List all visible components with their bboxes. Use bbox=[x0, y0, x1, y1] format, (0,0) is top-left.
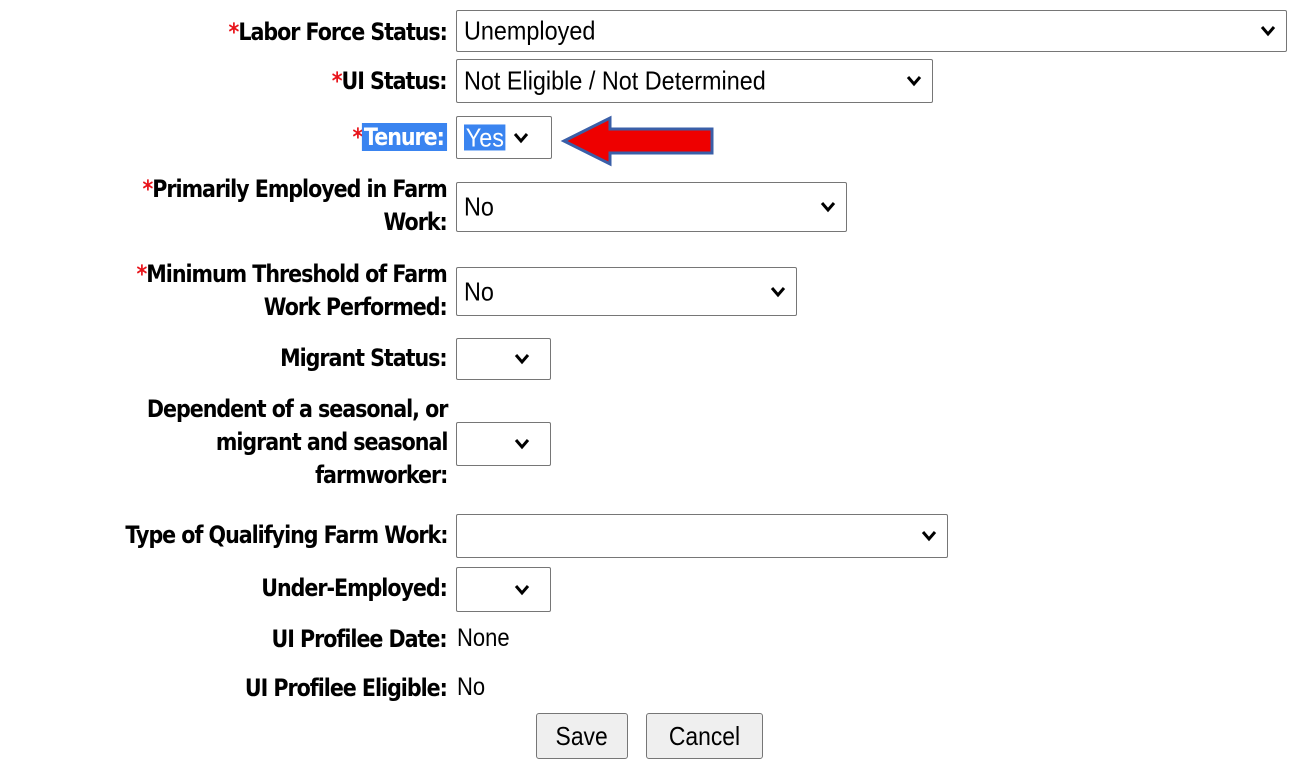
type-of-farm-work-label: Type of Qualifying Farm Work: bbox=[124, 521, 448, 549]
dependent-label: Dependent of a seasonal, or migrant and … bbox=[146, 395, 449, 489]
chevron-down-icon bbox=[770, 286, 786, 297]
chevron-down-icon bbox=[921, 531, 937, 542]
migrant-status-label: Migrant Status: bbox=[280, 344, 448, 372]
ui-profilee-date-value: None bbox=[457, 624, 510, 652]
type-of-farm-work-select[interactable] bbox=[456, 514, 948, 558]
chevron-down-icon bbox=[514, 584, 530, 595]
chevron-down-icon bbox=[513, 132, 529, 143]
required-marker: * bbox=[228, 18, 240, 46]
under-employed-label: Under-Employed: bbox=[261, 574, 448, 602]
chevron-down-icon bbox=[820, 202, 836, 213]
ui-status-label: *UI Status: bbox=[332, 67, 448, 95]
ui-status-select[interactable]: Not Eligible / Not Determined bbox=[456, 59, 933, 103]
required-marker: * bbox=[352, 123, 363, 151]
tenure-value: Yes bbox=[464, 121, 506, 152]
migrant-status-select[interactable] bbox=[456, 338, 551, 380]
primarily-employed-value: No bbox=[464, 191, 494, 222]
labor-force-status-value: Unemployed bbox=[464, 15, 596, 46]
ui-profilee-eligible-label: UI Profilee Eligible: bbox=[245, 674, 448, 702]
red-arrow-icon bbox=[560, 115, 714, 167]
labor-force-status-label: *Labor Force Status: bbox=[228, 18, 448, 46]
ui-status-value: Not Eligible / Not Determined bbox=[464, 65, 766, 96]
save-button[interactable]: Save bbox=[536, 713, 628, 759]
under-employed-select[interactable] bbox=[456, 567, 551, 612]
tenure-label: *Tenure: bbox=[352, 121, 447, 154]
labor-force-status-select[interactable]: Unemployed bbox=[456, 10, 1287, 52]
minimum-threshold-value: No bbox=[464, 275, 494, 306]
ui-profilee-date-label: UI Profilee Date: bbox=[271, 625, 448, 653]
chevron-down-icon bbox=[1260, 26, 1276, 37]
minimum-threshold-select[interactable]: No bbox=[456, 267, 797, 316]
tenure-select[interactable]: Yes bbox=[456, 116, 552, 159]
ui-profilee-eligible-value: No bbox=[457, 673, 486, 701]
primarily-employed-label: *Primarily Employed in Farm Work: bbox=[142, 175, 448, 236]
primarily-employed-select[interactable]: No bbox=[456, 182, 847, 232]
chevron-down-icon bbox=[514, 354, 530, 365]
chevron-down-icon bbox=[906, 76, 922, 87]
cancel-button[interactable]: Cancel bbox=[646, 713, 763, 759]
minimum-threshold-label: *Minimum Threshold of Farm Work Performe… bbox=[136, 260, 448, 321]
chevron-down-icon bbox=[514, 439, 530, 450]
dependent-select[interactable] bbox=[456, 422, 551, 466]
